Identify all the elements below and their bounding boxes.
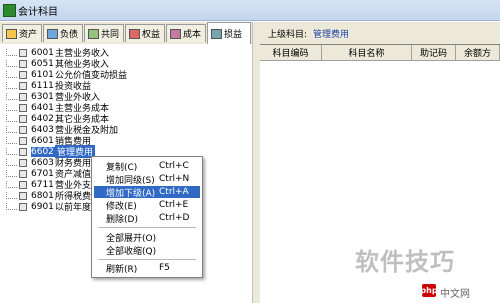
- menu-item-expand-all[interactable]: 全部展开(O): [94, 231, 200, 244]
- tab-asset[interactable]: 资产: [2, 24, 42, 42]
- category-tabs: 资产 负债 共同 权益 成本 损益: [0, 22, 252, 45]
- leaf-icon: [19, 59, 27, 68]
- leaf-icon: [19, 48, 27, 57]
- equity-icon: [129, 28, 140, 39]
- leaf-icon: [19, 158, 27, 167]
- leaf-icon: [19, 125, 27, 134]
- context-menu: 复制(C) Ctrl+C 增加同级(S) Ctrl+N 增加下级(A) Ctrl+A …: [91, 156, 203, 278]
- parent-account-label: 上级科目:: [268, 29, 308, 40]
- app-icon: [3, 4, 16, 17]
- watermark-site: 中文网: [440, 289, 470, 300]
- leaf-icon: [19, 169, 27, 178]
- grid-header: 科目编码 科目名称 助记码 余额方: [260, 45, 500, 61]
- common-icon: [88, 28, 99, 39]
- leaf-icon: [19, 114, 27, 123]
- menu-separator: [98, 259, 196, 260]
- leaf-icon: [19, 136, 27, 145]
- menu-item-collapse-all[interactable]: 全部收缩(Q): [94, 244, 200, 257]
- parent-account-value: 管理费用: [313, 29, 350, 40]
- leaf-icon: [19, 180, 27, 189]
- asset-icon: [6, 28, 17, 39]
- menu-item-delete[interactable]: 删除(D) Ctrl+D: [94, 212, 200, 225]
- column-header[interactable]: 科目名称: [322, 45, 412, 61]
- liability-icon: [47, 28, 58, 39]
- menu-separator: [98, 227, 196, 228]
- profit-loss-icon: [211, 28, 222, 39]
- column-header[interactable]: 助记码: [412, 45, 456, 61]
- tab-common[interactable]: 共同: [84, 24, 124, 42]
- window-title: 会计科目: [18, 7, 58, 18]
- menu-item-refresh[interactable]: 刷新(R) F5: [94, 262, 200, 275]
- column-header[interactable]: 余额方: [456, 45, 500, 61]
- menu-item-edit[interactable]: 修改(E) Ctrl+E: [94, 199, 200, 212]
- php-logo-icon: php: [420, 284, 438, 297]
- title-bar: 会计科目: [0, 0, 500, 21]
- leaf-icon: [19, 103, 27, 112]
- tab-cost[interactable]: 成本: [166, 24, 206, 42]
- leaf-icon: [19, 92, 27, 101]
- parent-account-row: 上级科目: 管理费用: [268, 26, 349, 40]
- leaf-icon: [19, 81, 27, 90]
- tab-equity[interactable]: 权益: [125, 24, 165, 42]
- leaf-icon: [19, 202, 27, 211]
- tab-profit-loss[interactable]: 损益: [207, 22, 251, 44]
- watermark-text: 软件技巧: [355, 248, 455, 276]
- leaf-icon: [19, 70, 27, 79]
- tab-liability[interactable]: 负债: [43, 24, 83, 42]
- menu-item-add-child[interactable]: 增加下级(A) Ctrl+A: [94, 186, 200, 199]
- cost-icon: [170, 28, 181, 39]
- tree-node[interactable]: 6901 以前年度: [6, 201, 91, 213]
- leaf-icon: [19, 147, 27, 156]
- menu-item-copy[interactable]: 复制(C) Ctrl+C: [94, 160, 200, 173]
- leaf-icon: [19, 191, 27, 200]
- menu-item-add-sibling[interactable]: 增加同级(S) Ctrl+N: [94, 173, 200, 186]
- column-header[interactable]: 科目编码: [260, 45, 322, 61]
